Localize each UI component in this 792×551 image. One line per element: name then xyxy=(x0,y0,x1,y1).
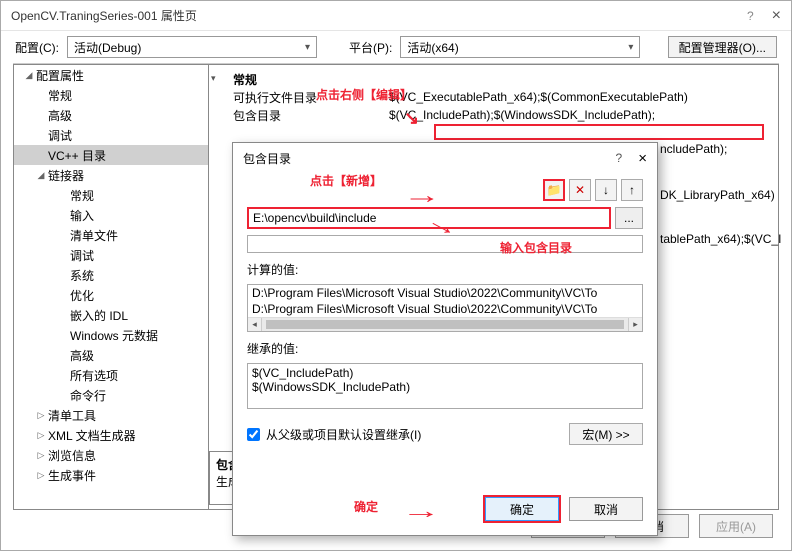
toolbar: 配置(C): 活动(Debug) ▾ 平台(P): 活动(x64) ▾ 配置管理… xyxy=(1,31,791,63)
nav-tree[interactable]: ◢配置属性 常规 高级 调试 VC++ 目录 ◢链接器 常规 输入 清单文件 调… xyxy=(13,64,209,510)
annotation-arrow-icon: ↘ xyxy=(404,108,419,129)
section-header: 常规 xyxy=(233,71,768,88)
tree-item[interactable]: 优化 xyxy=(14,285,208,305)
tree-item-root[interactable]: ◢配置属性 xyxy=(14,65,208,85)
property-value[interactable]: $(VC_IncludePath);$(WindowsSDK_IncludePa… xyxy=(389,108,768,122)
computed-label: 计算的值: xyxy=(247,261,643,278)
browse-button[interactable]: ... xyxy=(615,207,643,229)
tree-item[interactable]: ▷清单工具 xyxy=(14,405,208,425)
tree-item[interactable]: 常规 xyxy=(14,85,208,105)
section-expander-icon[interactable]: ▾ xyxy=(211,73,216,84)
config-combo[interactable]: 活动(Debug) ▾ xyxy=(67,36,317,58)
tree-item[interactable]: 高级 xyxy=(14,105,208,125)
config-label: 配置(C): xyxy=(15,39,59,56)
property-value[interactable]: $(VC_ExecutablePath_x64);$(CommonExecuta… xyxy=(389,90,768,104)
tree-item[interactable]: 所有选项 xyxy=(14,365,208,385)
list-item: $(WindowsSDK_IncludePath) xyxy=(252,380,638,394)
new-entry-button[interactable]: 📁 xyxy=(543,179,565,201)
tree-item[interactable]: 输入 xyxy=(14,205,208,225)
delete-icon: ✕ xyxy=(575,183,585,197)
tree-item[interactable]: 命令行 xyxy=(14,385,208,405)
scroll-left-icon[interactable]: ◂ xyxy=(248,318,262,331)
overflow-text: tablePath_x64);$(VC_I xyxy=(660,232,781,246)
inherit-checkbox-label: 从父级或项目默认设置继承(I) xyxy=(266,426,421,443)
platform-value: 活动(x64) xyxy=(407,39,458,56)
tree-item[interactable]: ▷生成事件 xyxy=(14,465,208,485)
overflow-text: DK_LibraryPath_x64) xyxy=(660,188,775,202)
list-item: D:\Program Files\Microsoft Visual Studio… xyxy=(248,285,642,301)
tree-item[interactable]: 调试 xyxy=(14,245,208,265)
tree-item[interactable]: ▷XML 文档生成器 xyxy=(14,425,208,445)
help-icon[interactable]: ? xyxy=(747,9,754,23)
tree-item[interactable]: 系统 xyxy=(14,265,208,285)
annotation-ok: 确定 xyxy=(354,498,378,515)
annotation-edit: 点击右侧【编辑】 xyxy=(316,86,412,103)
window-title: OpenCV.TraningSeries-001 属性页 xyxy=(11,7,197,24)
tree-item-linker[interactable]: ◢链接器 xyxy=(14,165,208,185)
chevron-down-icon: ▾ xyxy=(305,42,310,53)
inherit-checkbox[interactable] xyxy=(247,428,260,441)
move-up-button[interactable]: ↑ xyxy=(621,179,643,201)
annotation-input: 输入包含目录 xyxy=(500,239,572,256)
apply-button[interactable]: 应用(A) xyxy=(699,514,773,538)
inherited-listbox[interactable]: $(VC_IncludePath) $(WindowsSDK_IncludePa… xyxy=(247,363,643,409)
tree-item[interactable]: Windows 元数据 xyxy=(14,325,208,345)
close-icon[interactable]: × xyxy=(772,7,781,25)
tree-item[interactable]: 常规 xyxy=(14,185,208,205)
property-row-exec[interactable]: 可执行文件目录 $(VC_ExecutablePath_x64);$(Commo… xyxy=(219,88,768,106)
tree-item[interactable]: ▷浏览信息 xyxy=(14,445,208,465)
list-item: $(VC_IncludePath) xyxy=(252,366,638,380)
computed-listbox[interactable]: D:\Program Files\Microsoft Visual Studio… xyxy=(247,284,643,332)
folder-icon: 📁 xyxy=(547,183,562,197)
property-row-include[interactable]: 包含目录 $(VC_IncludePath);$(WindowsSDK_Incl… xyxy=(219,106,768,124)
include-dirs-dialog: 包含目录 ? × 📁 ✕ ↓ ↑ ... 计算的值: D:\Program Fi… xyxy=(232,142,658,536)
tree-item-vcdir[interactable]: VC++ 目录 xyxy=(14,145,208,165)
move-down-button[interactable]: ↓ xyxy=(595,179,617,201)
annotation-arrow-icon: → xyxy=(401,498,441,524)
property-label: 包含目录 xyxy=(219,107,389,124)
macros-button[interactable]: 宏(M) >> xyxy=(569,423,643,445)
modal-title: 包含目录 xyxy=(243,150,291,167)
scroll-right-icon[interactable]: ▸ xyxy=(628,318,642,331)
modal-toolbar: 📁 ✕ ↓ ↑ xyxy=(247,179,643,201)
tree-item[interactable]: 清单文件 xyxy=(14,225,208,245)
arrow-up-icon: ↑ xyxy=(629,183,635,197)
help-icon[interactable]: ? xyxy=(616,151,623,165)
platform-combo[interactable]: 活动(x64) ▾ xyxy=(400,36,640,58)
horizontal-scrollbar[interactable]: ◂ ▸ xyxy=(248,317,642,331)
inherited-label: 继承的值: xyxy=(247,340,643,357)
config-value: 活动(Debug) xyxy=(74,39,141,56)
overflow-text: ncludePath); xyxy=(660,142,727,156)
tree-item[interactable]: 高级 xyxy=(14,345,208,365)
annotation-highlight-box xyxy=(434,124,764,140)
chevron-down-icon: ▾ xyxy=(628,42,633,53)
titlebar: OpenCV.TraningSeries-001 属性页 ? × xyxy=(1,1,791,31)
delete-entry-button[interactable]: ✕ xyxy=(569,179,591,201)
list-item: D:\Program Files\Microsoft Visual Studio… xyxy=(248,301,642,317)
annotation-new: 点击【新增】 xyxy=(310,172,382,189)
modal-cancel-button[interactable]: 取消 xyxy=(569,497,643,521)
tree-item[interactable]: 调试 xyxy=(14,125,208,145)
config-manager-button[interactable]: 配置管理器(O)... xyxy=(668,36,777,58)
tree-item[interactable]: 嵌入的 IDL xyxy=(14,305,208,325)
modal-ok-button[interactable]: 确定 xyxy=(485,497,559,521)
arrow-down-icon: ↓ xyxy=(603,183,609,197)
modal-titlebar: 包含目录 ? × xyxy=(233,143,657,173)
close-icon[interactable]: × xyxy=(638,150,647,167)
platform-label: 平台(P): xyxy=(349,39,392,56)
